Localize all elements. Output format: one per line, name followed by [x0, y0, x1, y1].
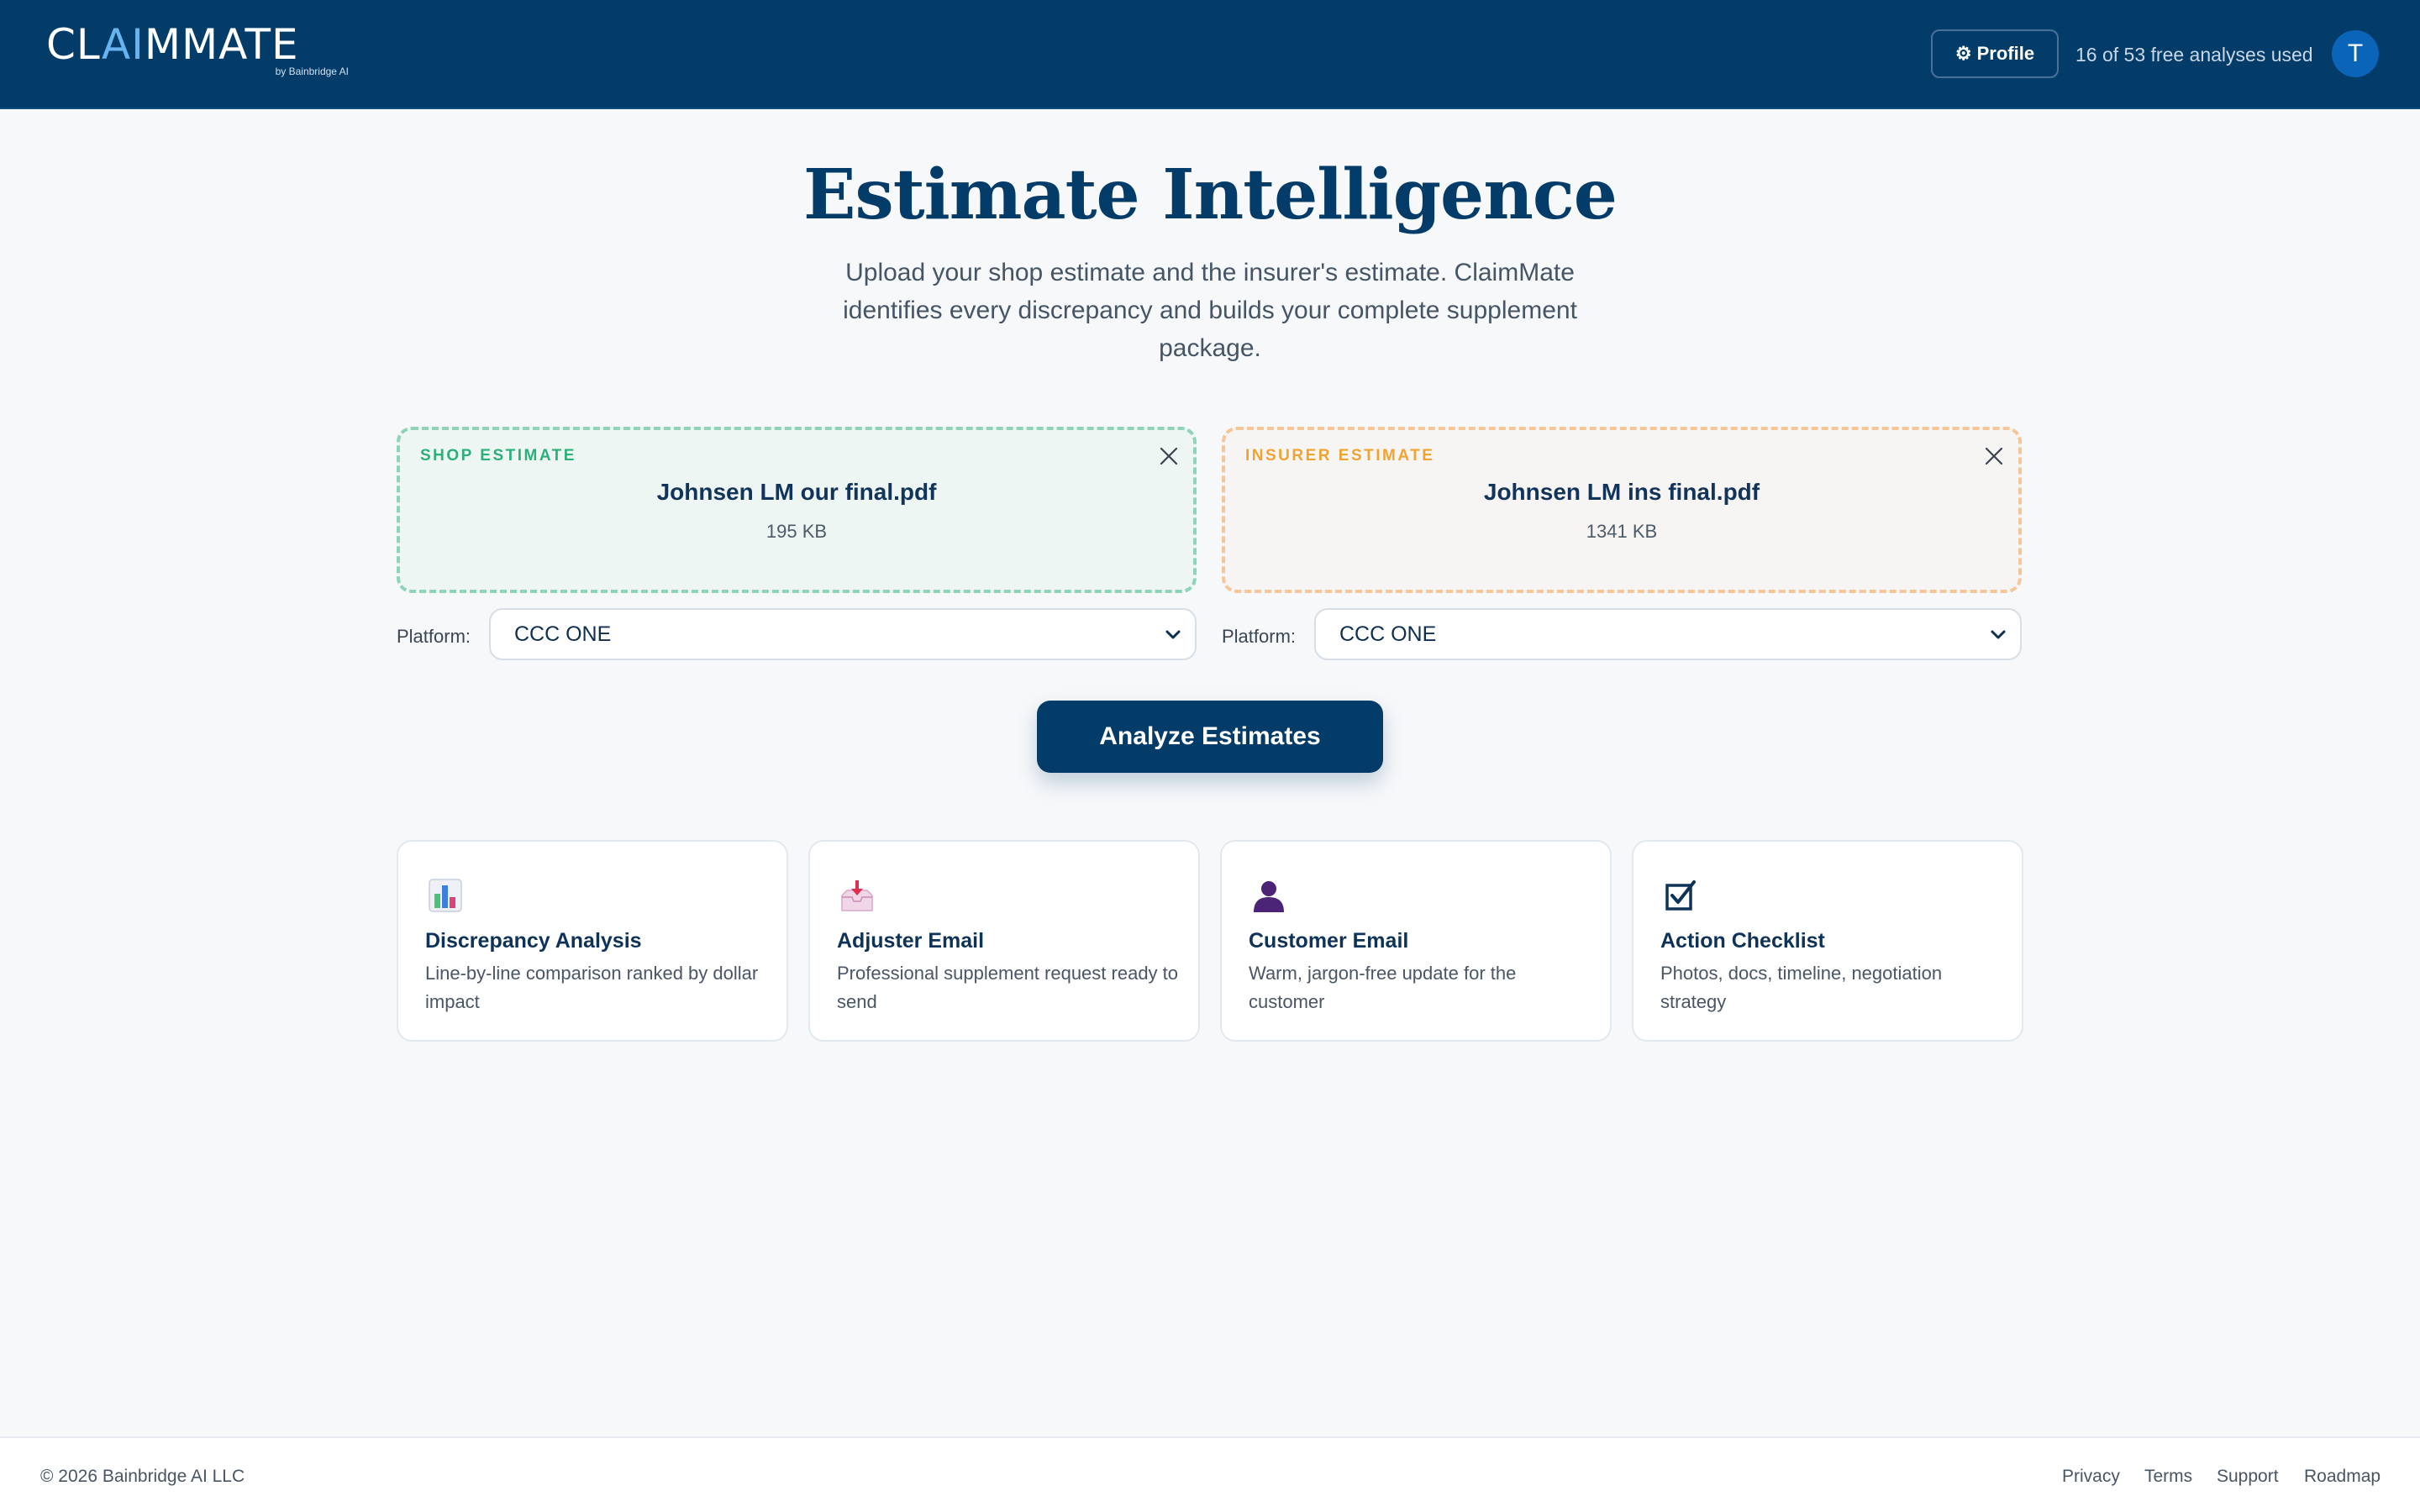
remove-insurer-file-close-icon[interactable]	[1981, 444, 2007, 469]
shop-estimate-dropzone[interactable]: SHOP ESTIMATE Johnsen LM our final.pdf 1…	[397, 427, 1197, 593]
shop-platform-label: Platform:	[397, 626, 471, 647]
shop-file-size: 195 KB	[765, 521, 828, 542]
insurer-platform-label: Platform:	[1222, 626, 1297, 647]
claimmate-logo[interactable]: CLAIMMATE by Bainbridge AI	[46, 24, 349, 82]
analyze-estimates-button[interactable]: Analyze Estimates	[1037, 701, 1383, 773]
shop-platform-value: CCC ONE	[514, 622, 612, 646]
insurer-estimate-label: INSURER ESTIMATE	[1245, 447, 1435, 465]
feature-description: Professional supplement request ready to…	[837, 963, 1179, 1012]
insurer-platform-select[interactable]: CCC ONE	[1314, 608, 2022, 660]
insurer-estimate-dropzone[interactable]: INSURER ESTIMATE Johnsen LM ins final.pd…	[1222, 427, 2022, 593]
page-subtitle: Upload your shop estimate and the insure…	[843, 259, 1577, 362]
shop-file-name: Johnsen LM our final.pdf	[656, 479, 937, 505]
feature-description: Warm, jargon-free update for the custome…	[1249, 963, 1517, 1012]
footer-link-terms[interactable]: Terms	[2144, 1467, 2192, 1487]
person-icon	[1250, 877, 1287, 914]
chevron-down-icon	[1163, 625, 1183, 645]
insurer-file-name: Johnsen LM ins final.pdf	[1483, 479, 1760, 505]
usage-counter: 16 of 53 free analyses used	[2075, 44, 2313, 66]
feature-card-action-checklist: Action Checklist Photos, docs, timeline,…	[1632, 840, 2023, 1042]
bar-chart-icon	[427, 877, 464, 914]
chevron-down-icon	[1988, 625, 2008, 645]
feature-title: Action Checklist	[1660, 929, 1825, 953]
feature-card-customer-email: Customer Email Warm, jargon-free update …	[1220, 840, 1612, 1042]
feature-card-discrepancy-analysis: Discrepancy Analysis Line-by-line compar…	[397, 840, 788, 1042]
feature-description: Photos, docs, timeline, negotiation stra…	[1660, 963, 1943, 1012]
footer-link-support[interactable]: Support	[2217, 1467, 2279, 1487]
logo-wordmark: CLAIMMATE	[46, 20, 299, 69]
shop-estimate-label: SHOP ESTIMATE	[420, 447, 576, 465]
inbox-tray-icon	[839, 877, 876, 914]
profile-button[interactable]: ⚙ Profile	[1931, 29, 2059, 78]
footer-link-privacy[interactable]: Privacy	[2062, 1467, 2120, 1487]
checkbox-icon	[1662, 877, 1699, 914]
logo-subtitle: by Bainbridge AI	[275, 66, 349, 77]
insurer-file-size: 1341 KB	[1586, 521, 1658, 542]
remove-shop-file-close-icon[interactable]	[1156, 444, 1181, 469]
page-title: Estimate Intelligence	[803, 155, 1618, 235]
top-navbar: CLAIMMATE by Bainbridge AI ⚙ Profile 16 …	[0, 0, 2420, 109]
shop-platform-select[interactable]: CCC ONE	[489, 608, 1197, 660]
feature-title: Customer Email	[1249, 929, 1409, 953]
insurer-platform-value: CCC ONE	[1339, 622, 1437, 646]
feature-card-adjuster-email: Adjuster Email Professional supplement r…	[808, 840, 1200, 1042]
user-avatar[interactable]: T	[2332, 30, 2379, 77]
profile-button-label: Profile	[1976, 43, 2035, 64]
page-footer: © 2026 Bainbridge AI LLC Privacy Terms S…	[0, 1436, 2420, 1512]
feature-description: Line-by-line comparison ranked by dollar…	[425, 963, 759, 1012]
footer-link-roadmap[interactable]: Roadmap	[2304, 1467, 2381, 1487]
feature-title: Adjuster Email	[837, 929, 985, 953]
feature-title: Discrepancy Analysis	[425, 929, 642, 953]
copyright-text: © 2026 Bainbridge AI LLC	[40, 1467, 245, 1486]
gear-icon: ⚙	[1954, 43, 1972, 64]
